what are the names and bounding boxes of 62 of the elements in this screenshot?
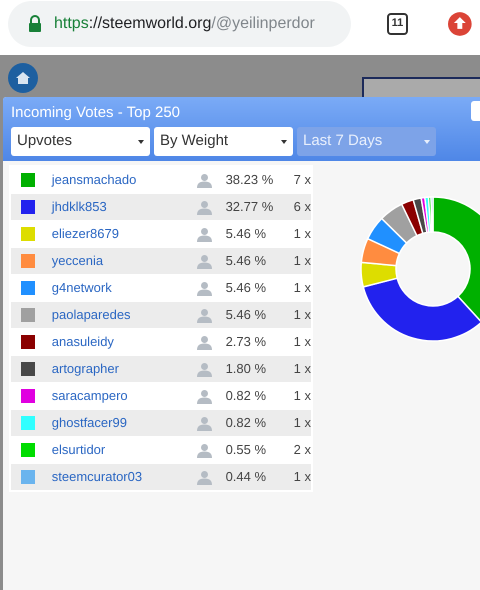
user-icon[interactable]	[197, 442, 212, 458]
user-icon[interactable]	[197, 334, 212, 350]
user-icon[interactable]	[197, 416, 212, 430]
user-icon[interactable]	[197, 254, 212, 268]
vote-share: 5.46 %	[226, 279, 268, 298]
user-icon[interactable]	[197, 172, 212, 188]
vote-share: 5.46 %	[226, 225, 268, 244]
voter-link[interactable]: ghostfacer99	[44, 413, 184, 433]
voter-link[interactable]: jeansmachado	[44, 170, 184, 190]
voter-link[interactable]: elsurtidor	[44, 440, 184, 460]
voter-link[interactable]: paolaparedes	[44, 305, 184, 325]
vote-share: 0.55 %	[226, 441, 268, 460]
user-icon[interactable]	[197, 226, 212, 242]
tab-count-button[interactable]: 11	[386, 12, 408, 34]
caret-icon	[281, 140, 287, 144]
voter-link[interactable]: steemcurator03	[44, 467, 184, 487]
vote-share: 1.80 %	[226, 360, 268, 378]
voter-link[interactable]: artographer	[44, 359, 184, 379]
user-icon[interactable]	[197, 308, 212, 322]
caret-icon	[138, 140, 144, 144]
caret-icon	[424, 140, 430, 144]
vote-share: 2.73 %	[226, 333, 268, 352]
home-icon	[15, 70, 31, 86]
voter-link[interactable]: anasuleidy	[44, 332, 184, 352]
voter-link[interactable]: eliezer8679	[44, 224, 184, 244]
user-icon[interactable]	[197, 200, 212, 214]
user-icon[interactable]	[197, 470, 212, 484]
vote-count: 1 x	[292, 279, 311, 298]
vote-count: 1 x	[292, 333, 311, 352]
vote-count: 1 x	[292, 252, 311, 270]
voter-link[interactable]: yeccenia	[44, 251, 184, 271]
vote-share: 0.82 %	[226, 387, 268, 406]
vote-count: 1 x	[292, 414, 311, 432]
user-icon[interactable]	[197, 388, 212, 404]
vote-count: 2 x	[292, 441, 311, 460]
user-icon[interactable]	[197, 362, 212, 376]
dialog-button[interactable]	[471, 101, 480, 121]
voter-link[interactable]: g4network	[44, 278, 184, 298]
vote-count: 1 x	[292, 225, 311, 244]
vote-share: 0.82 %	[226, 414, 268, 432]
voter-link[interactable]: saracampero	[44, 386, 184, 406]
home-button[interactable]	[8, 63, 38, 93]
address-bar[interactable]: https://steemworld.org/@yeilinperdor	[8, 0, 351, 46]
vote-count: 6 x	[292, 198, 311, 216]
vote-count: 1 x	[292, 468, 311, 486]
vote-count: 1 x	[292, 360, 311, 378]
dialog-title: Incoming Votes - Top 250	[11, 103, 180, 123]
vote-count: 7 x	[292, 171, 311, 190]
vote-share: 38.23 %	[226, 171, 274, 190]
upload-icon[interactable]	[448, 12, 472, 36]
vote-share: 5.46 %	[226, 252, 268, 270]
vote-count: 1 x	[292, 387, 311, 406]
vote-share: 5.46 %	[226, 306, 268, 324]
filter-select[interactable]: Upvotes	[11, 127, 150, 156]
vote-count: 1 x	[292, 306, 311, 324]
filter-select[interactable]: By Weight	[154, 127, 293, 156]
vote-share: 32.77 %	[226, 198, 274, 216]
lock-icon	[28, 14, 42, 32]
vote-share: 0.44 %	[226, 468, 268, 486]
url-text: https://steemworld.org/@yeilinperdor	[54, 14, 315, 34]
voter-link[interactable]: jhdklk853	[44, 197, 184, 217]
user-icon[interactable]	[197, 280, 212, 296]
